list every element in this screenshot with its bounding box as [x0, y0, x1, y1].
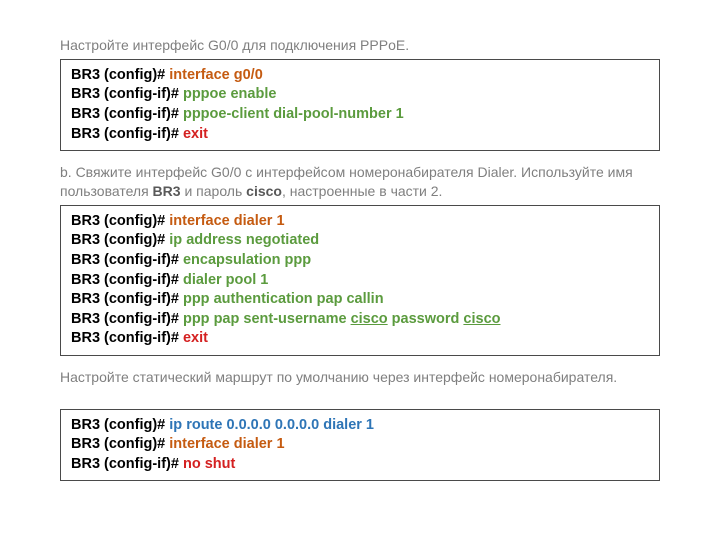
- code-line: BR3 (config-if)# exit: [71, 125, 649, 145]
- text: и пароль: [181, 183, 247, 199]
- code-line: BR3 (config)# interface dialer 1: [71, 212, 649, 232]
- cmd: ip route 0.0.0.0 0.0.0.0 dialer 1: [169, 417, 374, 433]
- cmd: interface dialer 1: [169, 213, 284, 229]
- code-line: BR3 (config-if)# dialer pool 1: [71, 271, 649, 291]
- codebox-2: BR3 (config)# interface dialer 1 BR3 (co…: [60, 205, 660, 356]
- cmd: pppoe enable: [183, 86, 276, 102]
- prompt: BR3 (config)#: [71, 67, 169, 83]
- prompt: BR3 (config)#: [71, 232, 169, 248]
- prompt: BR3 (config-if)#: [71, 456, 183, 472]
- prompt: BR3 (config-if)#: [71, 272, 183, 288]
- password: cisco: [246, 183, 282, 199]
- prompt: BR3 (config-if)#: [71, 126, 183, 142]
- cmd: interface g0/0: [169, 67, 263, 83]
- instruction-1: Настройте интерфейс G0/0 для подключения…: [60, 36, 660, 55]
- instruction-3: Настройте статический маршрут по умолчан…: [60, 368, 660, 387]
- codebox-3: BR3 (config)# ip route 0.0.0.0 0.0.0.0 d…: [60, 409, 660, 482]
- cmd: password: [388, 311, 464, 327]
- code-line: BR3 (config-if)# encapsulation ppp: [71, 251, 649, 271]
- cmd: ppp pap sent-username: [183, 311, 351, 327]
- code-line: BR3 (config-if)# ppp pap sent-username c…: [71, 310, 649, 330]
- username: BR3: [153, 183, 181, 199]
- instruction-2: b. Свяжите интерфейс G0/0 с интерфейсом …: [60, 163, 660, 201]
- codebox-1: BR3 (config)# interface g0/0 BR3 (config…: [60, 59, 660, 151]
- prompt: BR3 (config)#: [71, 417, 169, 433]
- cmd-value: cisco: [351, 311, 388, 327]
- cmd: interface dialer 1: [169, 436, 284, 452]
- prompt: BR3 (config-if)#: [71, 291, 183, 307]
- code-line: BR3 (config)# ip route 0.0.0.0 0.0.0.0 d…: [71, 416, 649, 436]
- code-line: BR3 (config-if)# ppp authentication pap …: [71, 290, 649, 310]
- code-line: BR3 (config-if)# exit: [71, 329, 649, 349]
- cmd: no shut: [183, 456, 235, 472]
- cmd: ppp authentication pap callin: [183, 291, 384, 307]
- prompt: BR3 (config-if)#: [71, 86, 183, 102]
- code-line: BR3 (config-if)# pppoe-client dial-pool-…: [71, 105, 649, 125]
- prompt: BR3 (config-if)#: [71, 311, 183, 327]
- text: , настроенные в части 2.: [282, 183, 442, 199]
- code-line: BR3 (config-if)# no shut: [71, 455, 649, 475]
- cmd: ip address negotiated: [169, 232, 319, 248]
- prompt: BR3 (config-if)#: [71, 106, 183, 122]
- code-line: BR3 (config)# ip address negotiated: [71, 231, 649, 251]
- cmd: exit: [183, 330, 208, 346]
- prompt: BR3 (config)#: [71, 436, 169, 452]
- cmd-value: cisco: [463, 311, 500, 327]
- cmd: exit: [183, 126, 208, 142]
- cmd: encapsulation ppp: [183, 252, 311, 268]
- code-line: BR3 (config-if)# pppoe enable: [71, 85, 649, 105]
- cmd: dialer pool 1: [183, 272, 268, 288]
- cmd: pppoe-client dial-pool-number 1: [183, 106, 404, 122]
- code-line: BR3 (config)# interface dialer 1: [71, 435, 649, 455]
- prompt: BR3 (config-if)#: [71, 252, 183, 268]
- code-line: BR3 (config)# interface g0/0: [71, 66, 649, 86]
- prompt: BR3 (config)#: [71, 213, 169, 229]
- prompt: BR3 (config-if)#: [71, 330, 183, 346]
